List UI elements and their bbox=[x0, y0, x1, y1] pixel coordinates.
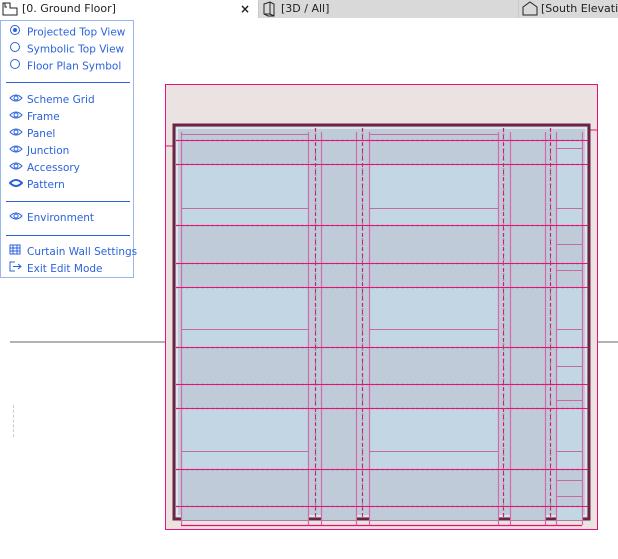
tab-label: [0. Ground Floor] bbox=[22, 2, 116, 15]
glass-panel bbox=[369, 408, 498, 469]
tab-label: [South Elevation] bbox=[541, 2, 618, 15]
settings-grid-icon bbox=[9, 244, 23, 260]
menu-symbolic-top-view[interactable]: Symbolic Top View bbox=[9, 41, 124, 57]
menu-label: Floor Plan Symbol bbox=[27, 60, 122, 73]
panel bbox=[510, 140, 545, 164]
menu-label: Curtain Wall Settings bbox=[27, 246, 138, 258]
menu-exit-edit-mode[interactable]: Exit Edit Mode bbox=[9, 261, 103, 277]
menu-label: Environment bbox=[27, 212, 95, 224]
panel bbox=[556, 506, 582, 520]
panel bbox=[181, 140, 308, 164]
floor-plan-icon bbox=[2, 2, 18, 16]
menu-junction[interactable]: Junction bbox=[9, 143, 69, 159]
menu-panel[interactable]: Panel bbox=[9, 126, 55, 142]
menu-frame[interactable]: Frame bbox=[9, 109, 60, 125]
panel bbox=[510, 347, 545, 384]
3d-box-icon bbox=[263, 1, 275, 17]
glass-panel bbox=[556, 287, 582, 347]
menu-label: Projected Top View bbox=[27, 26, 126, 39]
radio-icon bbox=[9, 58, 23, 75]
tab-ground-floor[interactable]: [0. Ground Floor] × bbox=[0, 0, 258, 18]
panel bbox=[321, 347, 356, 384]
exit-icon bbox=[9, 261, 23, 277]
eye-icon bbox=[9, 92, 23, 108]
glass-panel bbox=[369, 164, 498, 225]
glass-panel bbox=[369, 287, 498, 347]
eye-icon bbox=[9, 126, 23, 142]
menu-divider bbox=[6, 235, 130, 236]
tab-3d-all[interactable]: [3D / All] bbox=[258, 0, 519, 18]
resize-handle[interactable] bbox=[3, 405, 14, 437]
eye-icon bbox=[9, 160, 23, 176]
eye-icon bbox=[9, 143, 23, 159]
panel bbox=[369, 140, 498, 164]
glass-panel bbox=[556, 164, 582, 225]
eye-closed-icon bbox=[8, 177, 24, 193]
panel bbox=[556, 347, 582, 384]
menu-pattern[interactable]: Pattern bbox=[8, 177, 65, 193]
panel bbox=[321, 140, 356, 164]
menu-label: Frame bbox=[27, 111, 60, 123]
menu-label: Accessory bbox=[27, 162, 80, 174]
eye-icon bbox=[9, 109, 23, 125]
menu-environment[interactable]: Environment bbox=[9, 210, 94, 226]
radio-selected-icon bbox=[9, 24, 23, 41]
menu-label: Pattern bbox=[27, 179, 65, 191]
menu-projected-top-view[interactable]: Projected Top View bbox=[9, 24, 125, 40]
radio-icon bbox=[9, 41, 23, 58]
curtain-wall-edit-menu: Projected Top View Symbolic Top View Flo… bbox=[0, 20, 137, 278]
glass-panel bbox=[181, 408, 308, 469]
menu-accessory[interactable]: Accessory bbox=[9, 160, 80, 176]
menu-label: Exit Edit Mode bbox=[27, 263, 103, 275]
elevation-icon bbox=[522, 1, 538, 16]
close-tab-button[interactable]: × bbox=[240, 0, 250, 18]
menu-floor-plan-symbol[interactable]: Floor Plan Symbol bbox=[9, 58, 121, 74]
panel bbox=[510, 506, 545, 520]
panel bbox=[181, 347, 308, 384]
tab-label: [3D / All] bbox=[281, 2, 330, 15]
glass-panel bbox=[181, 164, 308, 225]
panel bbox=[181, 506, 308, 520]
menu-divider bbox=[6, 201, 130, 202]
menu-divider bbox=[6, 82, 130, 83]
glass-panel bbox=[556, 408, 582, 469]
eye-icon bbox=[9, 210, 23, 226]
panel bbox=[369, 347, 498, 384]
menu-label: Panel bbox=[27, 128, 56, 140]
panel bbox=[321, 506, 356, 520]
tab-south-elevation[interactable]: [South Elevation] bbox=[518, 0, 618, 18]
tab-bar: [0. Ground Floor] × [3D / All] [South El… bbox=[0, 0, 618, 18]
panel bbox=[369, 506, 498, 520]
menu-scheme-grid[interactable]: Scheme Grid bbox=[9, 92, 95, 108]
menu-label: Scheme Grid bbox=[27, 94, 95, 106]
panel bbox=[556, 140, 582, 164]
menu-label: Symbolic Top View bbox=[27, 43, 125, 56]
menu-label: Junction bbox=[27, 145, 70, 157]
menu-curtain-wall-settings[interactable]: Curtain Wall Settings bbox=[9, 244, 137, 260]
glass-panel bbox=[181, 287, 308, 347]
